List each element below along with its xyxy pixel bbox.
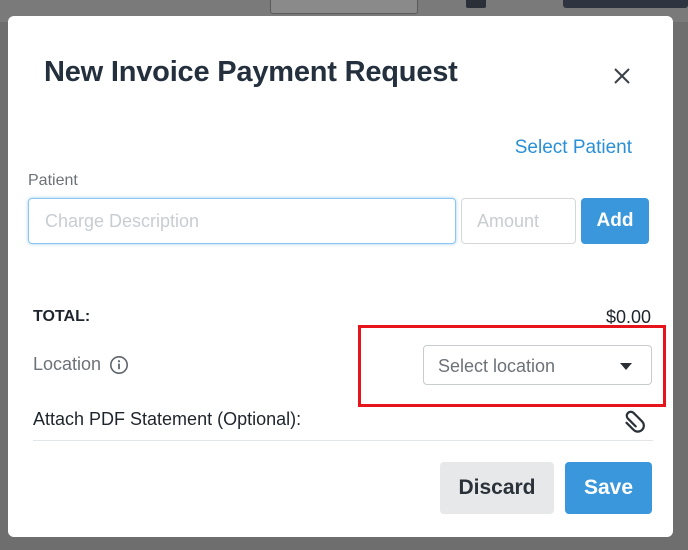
select-patient-link[interactable]: Select Patient	[515, 137, 632, 159]
location-label: Location	[33, 354, 102, 374]
background-button	[270, 0, 418, 14]
add-button[interactable]: Add	[581, 198, 649, 244]
patient-label: Patient	[28, 172, 78, 189]
info-icon[interactable]	[109, 355, 129, 375]
modal-title: New Invoice Payment Request	[44, 56, 458, 88]
invoice-payment-request-modal: New Invoice Payment Request Select Patie…	[8, 16, 673, 537]
background-dark-button	[563, 0, 688, 8]
background-square	[466, 0, 486, 8]
close-button[interactable]	[610, 64, 634, 88]
total-label: TOTAL:	[33, 308, 91, 325]
highlight-annotation-box	[358, 325, 666, 407]
save-button[interactable]: Save	[565, 462, 652, 514]
discard-button[interactable]: Discard	[440, 462, 554, 514]
attach-pdf-label: Attach PDF Statement (Optional):	[33, 409, 302, 429]
amount-input[interactable]	[461, 198, 576, 244]
divider	[33, 440, 653, 441]
close-icon[interactable]	[610, 64, 634, 88]
charge-description-input[interactable]	[28, 198, 456, 244]
paperclip-icon[interactable]	[620, 405, 650, 435]
